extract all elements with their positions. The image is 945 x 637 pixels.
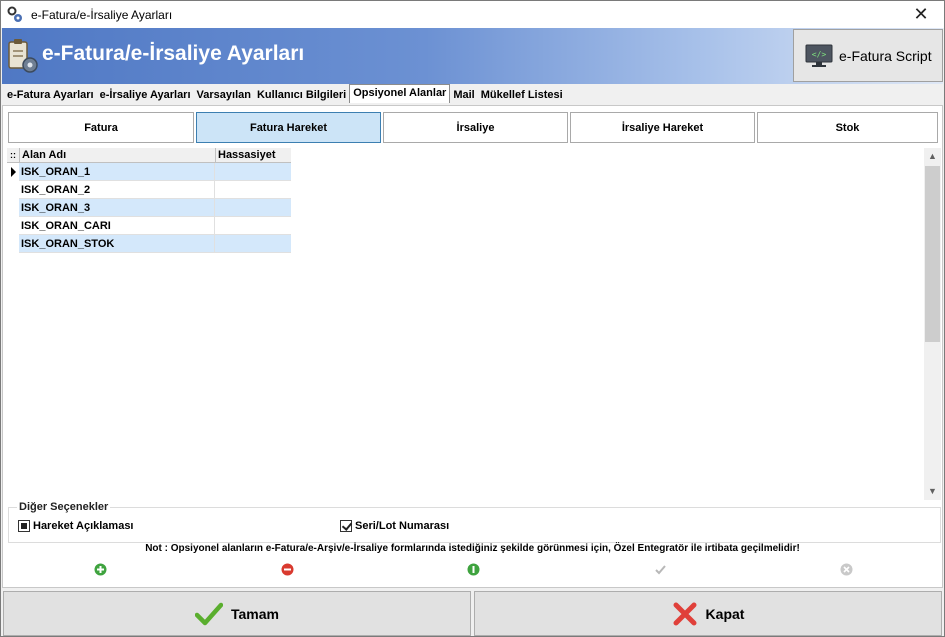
efatura-script-button[interactable]: </> e-Fatura Script — [793, 29, 943, 82]
seri-lot-box[interactable] — [340, 520, 352, 532]
window-title: e-Fatura/e-İrsaliye Ayarları — [31, 7, 173, 22]
tab-varsayilan[interactable]: Varsayılan — [194, 85, 254, 105]
tab-content-panel: Fatura Fatura Hareket İrsaliye İrsaliye … — [2, 105, 943, 588]
cell-alan-adi[interactable]: ISK_ORAN_3 — [19, 199, 215, 217]
grid-header: :: Alan Adı Hassasiyet — [7, 148, 291, 163]
check-icon — [195, 602, 223, 625]
cell-alan-adi[interactable]: ISK_ORAN_CARI — [19, 217, 215, 235]
subtab-fatura[interactable]: Fatura — [8, 112, 194, 143]
cell-hassasiyet[interactable] — [215, 163, 291, 181]
cell-hassasiyet[interactable] — [215, 181, 291, 199]
optional-fields-grid: :: Alan Adı Hassasiyet ISK_ORAN_1 ISK_OR… — [7, 148, 291, 253]
table-row[interactable]: ISK_ORAN_CARI — [7, 217, 291, 235]
delete-icon[interactable] — [281, 563, 294, 576]
table-row[interactable]: ISK_ORAN_1 — [7, 163, 291, 181]
cell-hassasiyet[interactable] — [215, 235, 291, 253]
subtab-irsaliye[interactable]: İrsaliye — [383, 112, 568, 143]
close-icon[interactable]: ✕ — [898, 1, 944, 28]
ok-button[interactable]: Tamam — [3, 591, 471, 636]
scroll-down-icon[interactable]: ▼ — [924, 483, 941, 500]
row-indicator — [7, 181, 19, 199]
post-check-icon[interactable] — [654, 563, 667, 576]
title-bar: e-Fatura/e-İrsaliye Ayarları ✕ — [1, 1, 944, 28]
seri-lot-checkbox[interactable]: Seri/Lot Numarası — [340, 520, 449, 532]
tab-efatura-ayarlari[interactable]: e-Fatura Ayarları — [4, 85, 97, 105]
tab-eirsaliye-ayarlari[interactable]: e-İrsaliye Ayarları — [97, 85, 194, 105]
edit-icon[interactable] — [467, 563, 480, 576]
table-row[interactable]: ISK_ORAN_2 — [7, 181, 291, 199]
table-row[interactable]: ISK_ORAN_3 — [7, 199, 291, 217]
hareket-aciklamasi-checkbox[interactable]: Hareket Açıklaması — [18, 520, 134, 532]
seri-lot-label: Seri/Lot Numarası — [355, 520, 450, 532]
settings-window: e-Fatura/e-İrsaliye Ayarları ✕ e-Fatura/… — [0, 0, 945, 637]
current-row-arrow-icon — [11, 167, 16, 177]
tab-kullanici-bilgileri[interactable]: Kullanıcı Bilgileri — [254, 85, 349, 105]
row-indicator — [7, 217, 19, 235]
table-row[interactable]: ISK_ORAN_STOK — [7, 235, 291, 253]
row-indicator — [7, 163, 19, 181]
cell-hassasiyet[interactable] — [215, 217, 291, 235]
add-icon[interactable] — [94, 563, 107, 576]
sub-tabs: Fatura Fatura Hareket İrsaliye İrsaliye … — [8, 112, 940, 143]
code-monitor-icon: </> — [805, 44, 833, 68]
cell-alan-adi[interactable]: ISK_ORAN_STOK — [19, 235, 215, 253]
close-x-icon — [673, 602, 697, 625]
cell-alan-adi[interactable]: ISK_ORAN_1 — [19, 163, 215, 181]
row-indicator — [7, 235, 19, 253]
subtab-fatura-hareket[interactable]: Fatura Hareket — [196, 112, 381, 143]
svg-text:</>: </> — [812, 50, 827, 59]
subtab-stok[interactable]: Stok — [757, 112, 938, 143]
header-title: e-Fatura/e-İrsaliye Ayarları — [42, 42, 305, 65]
scroll-up-icon[interactable]: ▲ — [924, 148, 941, 165]
subtab-irsaliye-hareket[interactable]: İrsaliye Hareket — [570, 112, 755, 143]
cancel-icon[interactable] — [840, 563, 853, 576]
efatura-script-label: e-Fatura Script — [839, 47, 932, 64]
hareket-aciklamasi-box[interactable] — [18, 520, 30, 532]
clipboard-gear-icon — [6, 38, 40, 74]
cell-hassasiyet[interactable] — [215, 199, 291, 217]
row-indicator — [7, 199, 19, 217]
hareket-aciklamasi-label: Hareket Açıklaması — [33, 520, 134, 532]
integrator-note: Not : Opsiyonel alanların e-Fatura/e-Arş… — [145, 543, 800, 554]
navigator-bar — [3, 563, 942, 579]
main-tabs: e-Fatura Ayarları e-İrsaliye Ayarları Va… — [4, 84, 566, 105]
cell-alan-adi[interactable]: ISK_ORAN_2 — [19, 181, 215, 199]
scrollbar-thumb[interactable] — [925, 166, 940, 342]
tab-mail[interactable]: Mail — [450, 85, 477, 105]
tab-opsiyonel-alanlar[interactable]: Opsiyonel Alanlar — [349, 84, 451, 103]
ok-label: Tamam — [231, 605, 279, 622]
other-options-legend: Diğer Seçenekler — [17, 501, 111, 513]
app-gear-icon — [6, 6, 24, 24]
other-options-group: Diğer Seçenekler Hareket Açıklaması Seri… — [8, 501, 941, 543]
close-button[interactable]: Kapat — [474, 591, 942, 636]
grid-indicator-header: :: — [10, 150, 16, 160]
column-alan-adi[interactable]: Alan Adı — [19, 148, 215, 162]
column-hassasiyet[interactable]: Hassasiyet — [215, 148, 291, 162]
tab-mukellef-listesi[interactable]: Mükellef Listesi — [478, 85, 566, 105]
close-label: Kapat — [705, 605, 745, 622]
grid-vertical-scrollbar[interactable]: ▲ ▼ — [924, 148, 941, 500]
header-banner: e-Fatura/e-İrsaliye Ayarları </> e-Fatur… — [2, 28, 943, 84]
